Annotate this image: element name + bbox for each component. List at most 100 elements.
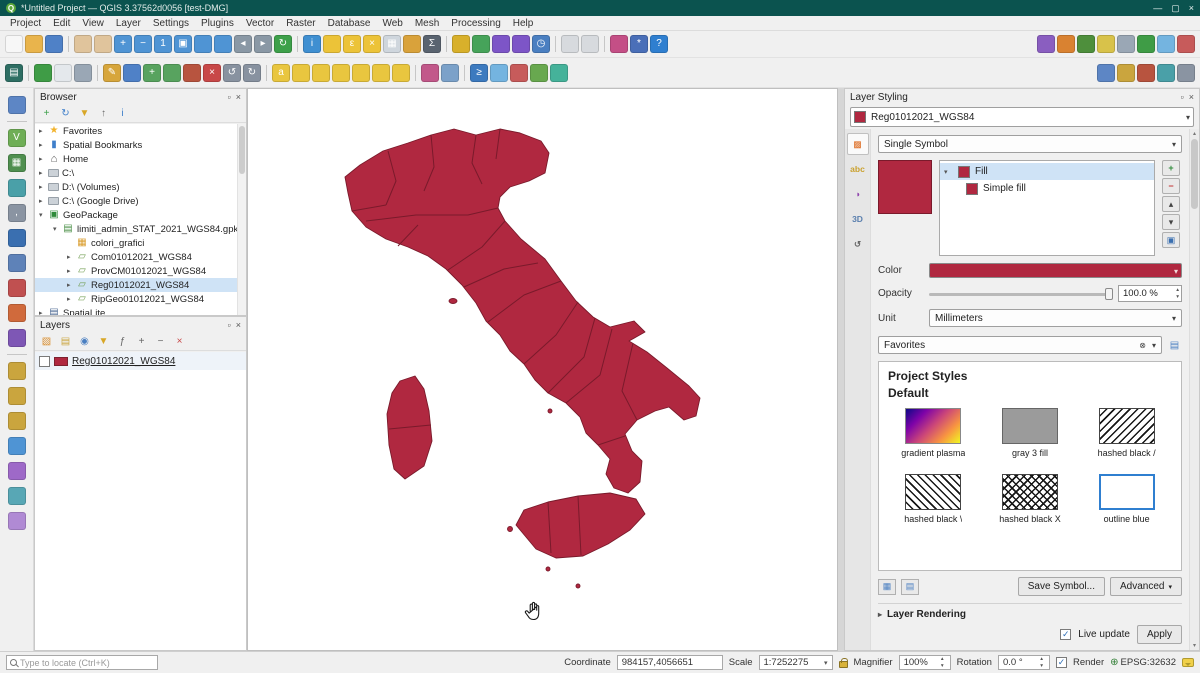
symbology-tab[interactable]: ▨ [847, 133, 869, 155]
style-filter-combo[interactable]: Favorites ⊗ ▾ [878, 336, 1162, 354]
osm-search-icon[interactable] [490, 64, 508, 82]
help-icon[interactable]: ? [650, 35, 668, 53]
live-update-checkbox[interactable]: ✓ [1060, 629, 1071, 640]
opacity-slider[interactable] [929, 287, 1113, 301]
toggle-editing-icon[interactable]: ✎ [103, 64, 121, 82]
label-pin-icon[interactable] [312, 64, 330, 82]
symbol-preview[interactable] [878, 160, 932, 214]
mesh-calc-icon[interactable] [1157, 64, 1175, 82]
scale-combo[interactable]: 1:7252275 ▾ [759, 655, 833, 670]
zoom-to-selection-icon[interactable] [194, 35, 212, 53]
style-swatch[interactable] [1099, 474, 1155, 510]
add-oracle-layer-icon[interactable] [8, 304, 26, 322]
add-wms-layer-icon[interactable] [8, 362, 26, 380]
add-arcgis-layer-icon[interactable] [8, 437, 26, 455]
layer-visibility-checkbox[interactable] [39, 356, 50, 367]
close-panel-icon[interactable]: × [1189, 92, 1194, 102]
save-project-icon[interactable] [45, 35, 63, 53]
symbol-tree-simple-fill-row[interactable]: Simple fill [940, 180, 1154, 197]
style-swatch[interactable] [1099, 408, 1155, 444]
menu-item[interactable]: Plugins [195, 18, 240, 29]
zoom-last-icon[interactable]: ◂ [234, 35, 252, 53]
browser-tree-item[interactable]: RipGeo01012021_WGS84 [35, 292, 246, 306]
locate-bar[interactable] [6, 655, 158, 670]
manage-themes-icon[interactable]: ◉ [77, 334, 92, 349]
color-button[interactable]: ▾ [929, 263, 1182, 278]
icon-view-toggle[interactable]: ▦ [878, 579, 896, 595]
undo-icon[interactable]: ↺ [223, 64, 241, 82]
collapse-all-icon[interactable]: − [153, 334, 168, 349]
map-refresh-icon[interactable]: ↻ [274, 35, 292, 53]
expand-arrow-icon[interactable] [39, 211, 48, 219]
new-print-layout-icon[interactable] [561, 35, 579, 53]
add-symbol-layer-button[interactable]: + [1162, 160, 1180, 176]
zoom-native-icon[interactable]: 1 [154, 35, 172, 53]
new-temporary-layer-icon[interactable] [74, 64, 92, 82]
save-edits-icon[interactable] [123, 64, 141, 82]
add-spatialite-layer-icon[interactable] [8, 254, 26, 272]
style-item[interactable]: gradient plasma [901, 408, 965, 458]
browser-collapse-all-icon[interactable]: ↑ [96, 106, 111, 121]
browser-tree-item[interactable]: limiti_admin_STAT_2021_WGS84.gpkg [35, 222, 246, 236]
spatial-query-icon[interactable] [1117, 64, 1135, 82]
remove-layer-icon[interactable]: × [172, 334, 187, 349]
metasearch-icon[interactable] [1057, 35, 1075, 53]
lock-scale-icon[interactable] [839, 661, 848, 668]
advanced-button[interactable]: Advanced ▾ [1110, 577, 1182, 596]
move-symbol-layer-up-button[interactable]: ▴ [1162, 196, 1180, 212]
add-wcs-layer-icon[interactable] [8, 387, 26, 405]
expand-arrow-icon[interactable] [39, 309, 48, 315]
scroll-up-icon[interactable]: ▴ [1190, 130, 1199, 137]
menu-item[interactable]: Database [322, 18, 377, 29]
save-symbol-button[interactable]: Save Symbol... [1018, 577, 1105, 596]
measure-icon[interactable] [452, 35, 470, 53]
style-swatch[interactable] [905, 408, 961, 444]
effects-icon[interactable] [441, 64, 459, 82]
close-button[interactable]: × [1189, 3, 1194, 14]
add-feature-icon[interactable]: + [143, 64, 161, 82]
osm-download-icon[interactable] [1157, 35, 1175, 53]
label-move-icon[interactable] [352, 64, 370, 82]
diagram-options-icon[interactable] [421, 64, 439, 82]
undock-panel-icon[interactable]: ▫ [228, 320, 231, 330]
rotation-spinbox[interactable]: 0.0 ° ▴ ▾ [998, 655, 1050, 670]
browser-properties-icon[interactable]: i [115, 106, 130, 121]
expand-arrow-icon[interactable] [39, 141, 48, 149]
layer-row[interactable]: Reg01012021_WGS84 [35, 352, 246, 370]
history-tab[interactable]: ↺ [847, 233, 869, 255]
menu-item[interactable]: Edit [47, 18, 76, 29]
zoom-out-icon[interactable]: − [134, 35, 152, 53]
statistics-icon[interactable]: Σ [423, 35, 441, 53]
locate-input[interactable] [20, 658, 154, 668]
menu-item[interactable]: Help [507, 18, 540, 29]
add-group-icon[interactable]: ▤ [58, 334, 73, 349]
add-postgis-layer-icon[interactable] [8, 229, 26, 247]
expand-arrow-icon[interactable] [67, 295, 76, 303]
add-vector-tile-icon[interactable] [8, 462, 26, 480]
menu-item[interactable]: Layer [110, 18, 147, 29]
close-panel-icon[interactable]: × [236, 320, 241, 330]
expand-arrow-icon[interactable] [944, 168, 953, 176]
expand-arrow-icon[interactable] [67, 267, 76, 275]
style-manager-button[interactable]: ▤ [1167, 338, 1182, 353]
about-icon[interactable] [1177, 35, 1195, 53]
datasource-manager-icon[interactable]: ▤ [5, 64, 23, 82]
opacity-spinbox[interactable]: 100.0 % ▴ ▾ [1118, 285, 1182, 302]
messages-icon[interactable] [1182, 658, 1194, 667]
new-geopackage-icon[interactable] [34, 64, 52, 82]
open-project-icon[interactable] [25, 35, 43, 53]
duplicate-symbol-layer-button[interactable]: ▣ [1162, 232, 1180, 248]
browser-tree-item[interactable]: C:\ (Google Drive) [35, 194, 246, 208]
remove-symbol-layer-button[interactable]: − [1162, 178, 1180, 194]
redo-icon[interactable]: ↻ [243, 64, 261, 82]
layout-manager-icon[interactable] [581, 35, 599, 53]
add-delimited-text-icon[interactable]: , [8, 204, 26, 222]
browser-tree-item[interactable]: Favorites [35, 124, 246, 138]
plugin-extra-icon[interactable] [510, 64, 528, 82]
expand-arrow-icon[interactable] [39, 183, 48, 191]
add-wfs-layer-icon[interactable] [8, 412, 26, 430]
opacity-slider-handle[interactable] [1105, 288, 1113, 300]
menu-item[interactable]: Processing [445, 18, 506, 29]
settings-icon[interactable] [1177, 64, 1195, 82]
field-calculator-icon[interactable] [403, 35, 421, 53]
